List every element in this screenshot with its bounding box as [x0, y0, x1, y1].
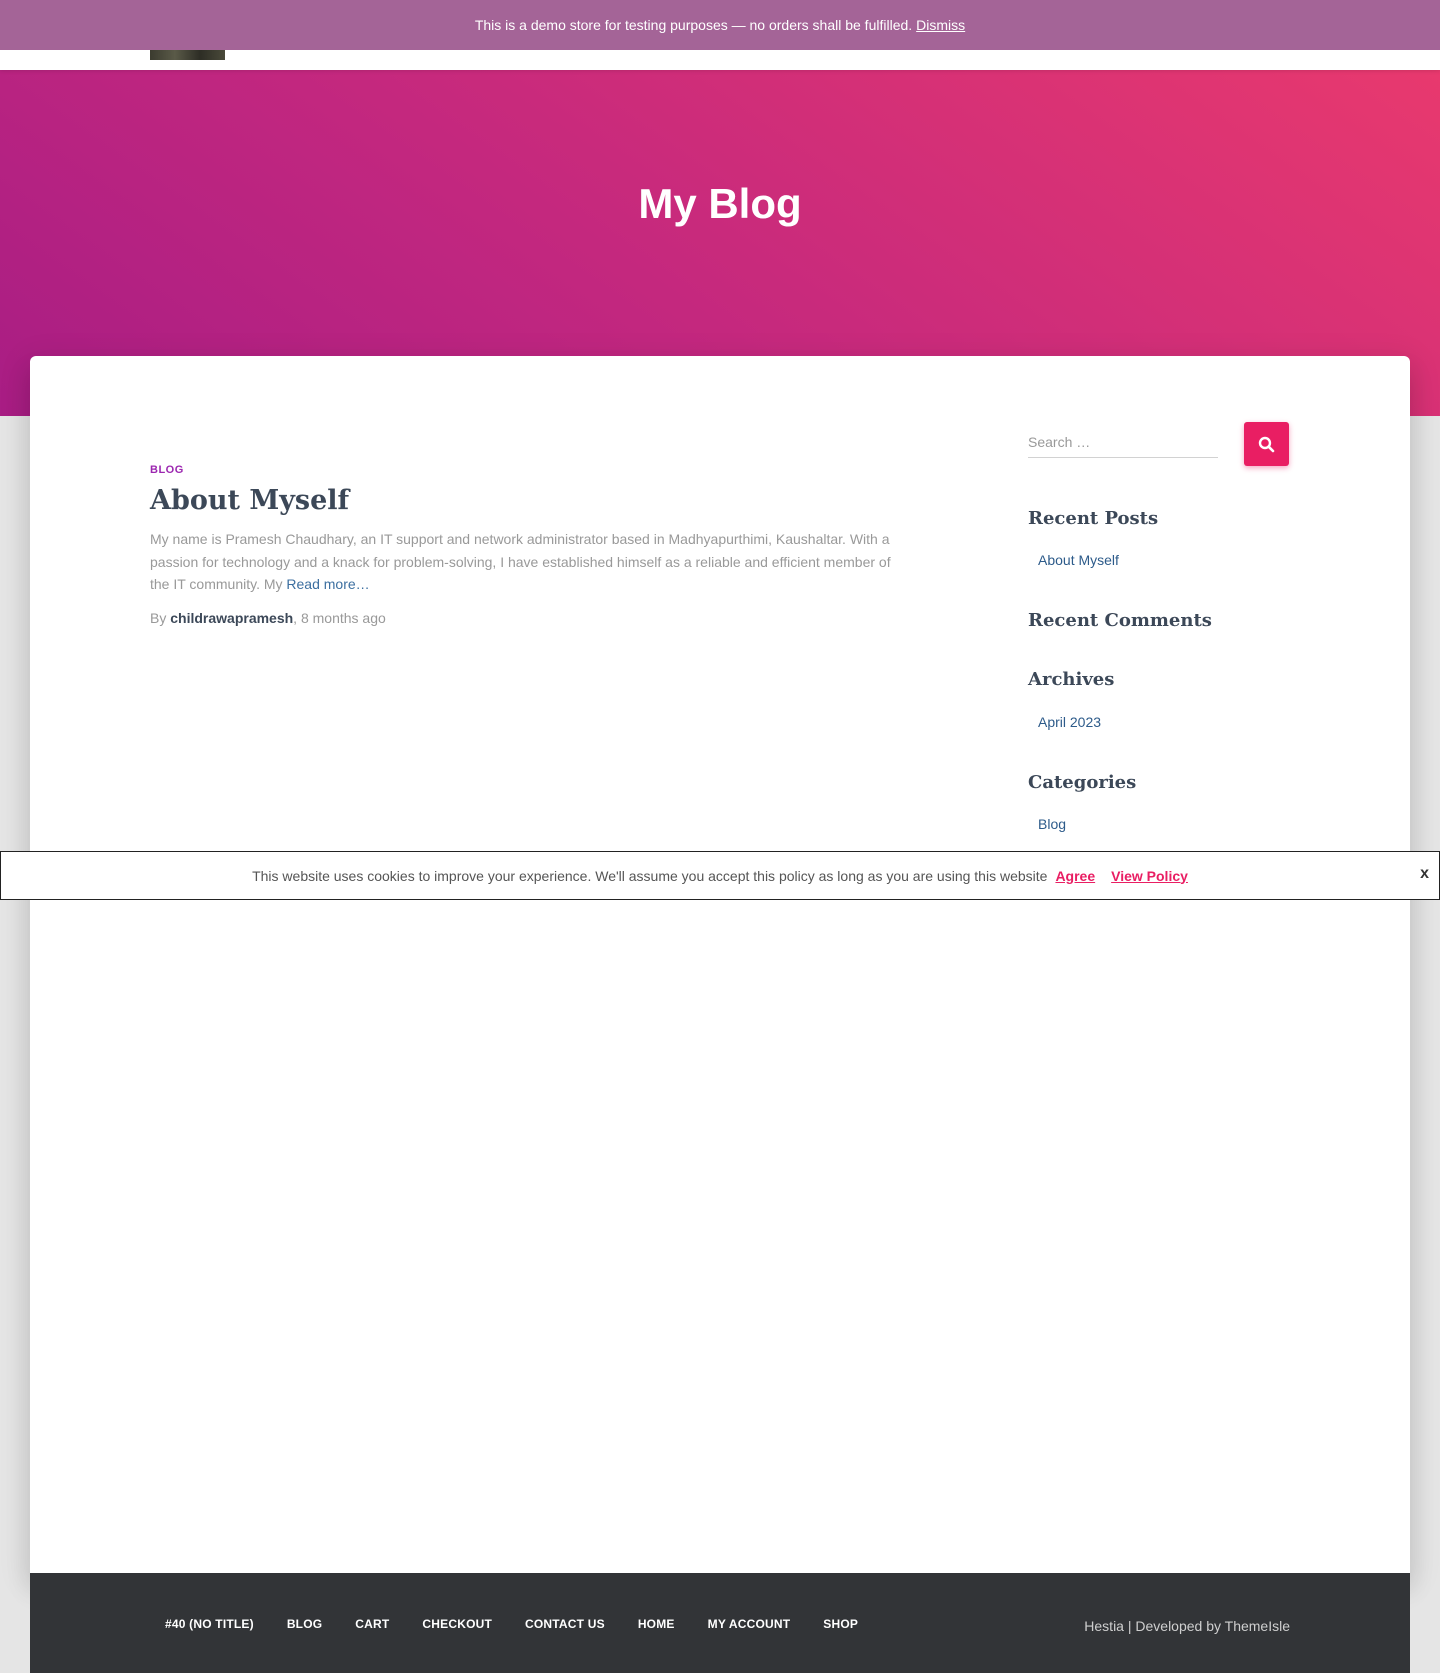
footer-link-contact-us[interactable]: CONTACT US: [525, 1617, 605, 1631]
recent-post-link[interactable]: About Myself: [1038, 552, 1119, 568]
post-title-link[interactable]: About Myself: [150, 485, 349, 516]
post-author-link[interactable]: childrawapramesh: [170, 610, 293, 626]
post-category-link[interactable]: BLOG: [150, 464, 184, 476]
archive-link[interactable]: April 2023: [1038, 714, 1101, 730]
footer-menu: #40 (NO TITLE) BLOG CART CHECKOUT CONTAC…: [165, 1617, 891, 1631]
post-date-link[interactable]: 8 months ago: [301, 610, 386, 626]
search-icon: [1258, 436, 1275, 453]
site-footer: #40 (NO TITLE) BLOG CART CHECKOUT CONTAC…: [30, 1573, 1410, 1673]
store-notice-text: This is a demo store for testing purpose…: [474, 17, 913, 33]
footer-link-shop[interactable]: SHOP: [823, 1617, 858, 1631]
cookie-agree-button[interactable]: Agree: [1055, 868, 1095, 884]
read-more-link[interactable]: Read more…: [286, 576, 369, 592]
dismiss-link[interactable]: Dismiss: [916, 17, 965, 33]
cookie-consent-bar: This website uses cookies to improve you…: [0, 851, 1440, 900]
archives-title: Archives: [1028, 669, 1115, 690]
footer-link-my-account[interactable]: MY ACCOUNT: [708, 1617, 791, 1631]
store-notice-bar: This is a demo store for testing purpose…: [0, 0, 1440, 50]
main-content-card: BLOG About Myself My name is Pramesh Cha…: [30, 356, 1410, 1573]
recent-comments-title: Recent Comments: [1028, 610, 1212, 631]
footer-link-blog[interactable]: BLOG: [287, 1617, 322, 1631]
footer-link-cart[interactable]: CART: [355, 1617, 389, 1631]
search-button[interactable]: [1244, 422, 1289, 466]
footer-link-checkout[interactable]: CHECKOUT: [422, 1617, 492, 1631]
category-link[interactable]: Blog: [1038, 816, 1066, 832]
page-title: My Blog: [638, 180, 802, 227]
categories-title: Categories: [1028, 772, 1137, 793]
cookie-close-button[interactable]: x: [1420, 865, 1429, 883]
post-excerpt-text: My name is Pramesh Chaudhary, an IT supp…: [150, 531, 891, 592]
footer-credit-text: Hestia | Developed by: [1084, 1618, 1225, 1634]
footer-credit: Hestia | Developed by ThemeIsle: [1084, 1618, 1290, 1634]
site-logo[interactable]: [150, 49, 225, 60]
search-input[interactable]: [1028, 427, 1218, 458]
post-meta-separator: ,: [293, 610, 301, 626]
cookie-text: This website uses cookies to improve you…: [252, 867, 1048, 884]
footer-link-no-title[interactable]: #40 (NO TITLE): [165, 1617, 254, 1631]
themeisle-link[interactable]: ThemeIsle: [1225, 1618, 1290, 1634]
recent-posts-title: Recent Posts: [1028, 508, 1159, 529]
post-meta: By childrawapramesh, 8 months ago: [150, 610, 386, 626]
footer-link-home[interactable]: HOME: [638, 1617, 675, 1631]
post-excerpt: My name is Pramesh Chaudhary, an IT supp…: [150, 528, 910, 596]
cookie-policy-link[interactable]: View Policy: [1111, 868, 1188, 884]
post-meta-by: By: [150, 610, 171, 626]
